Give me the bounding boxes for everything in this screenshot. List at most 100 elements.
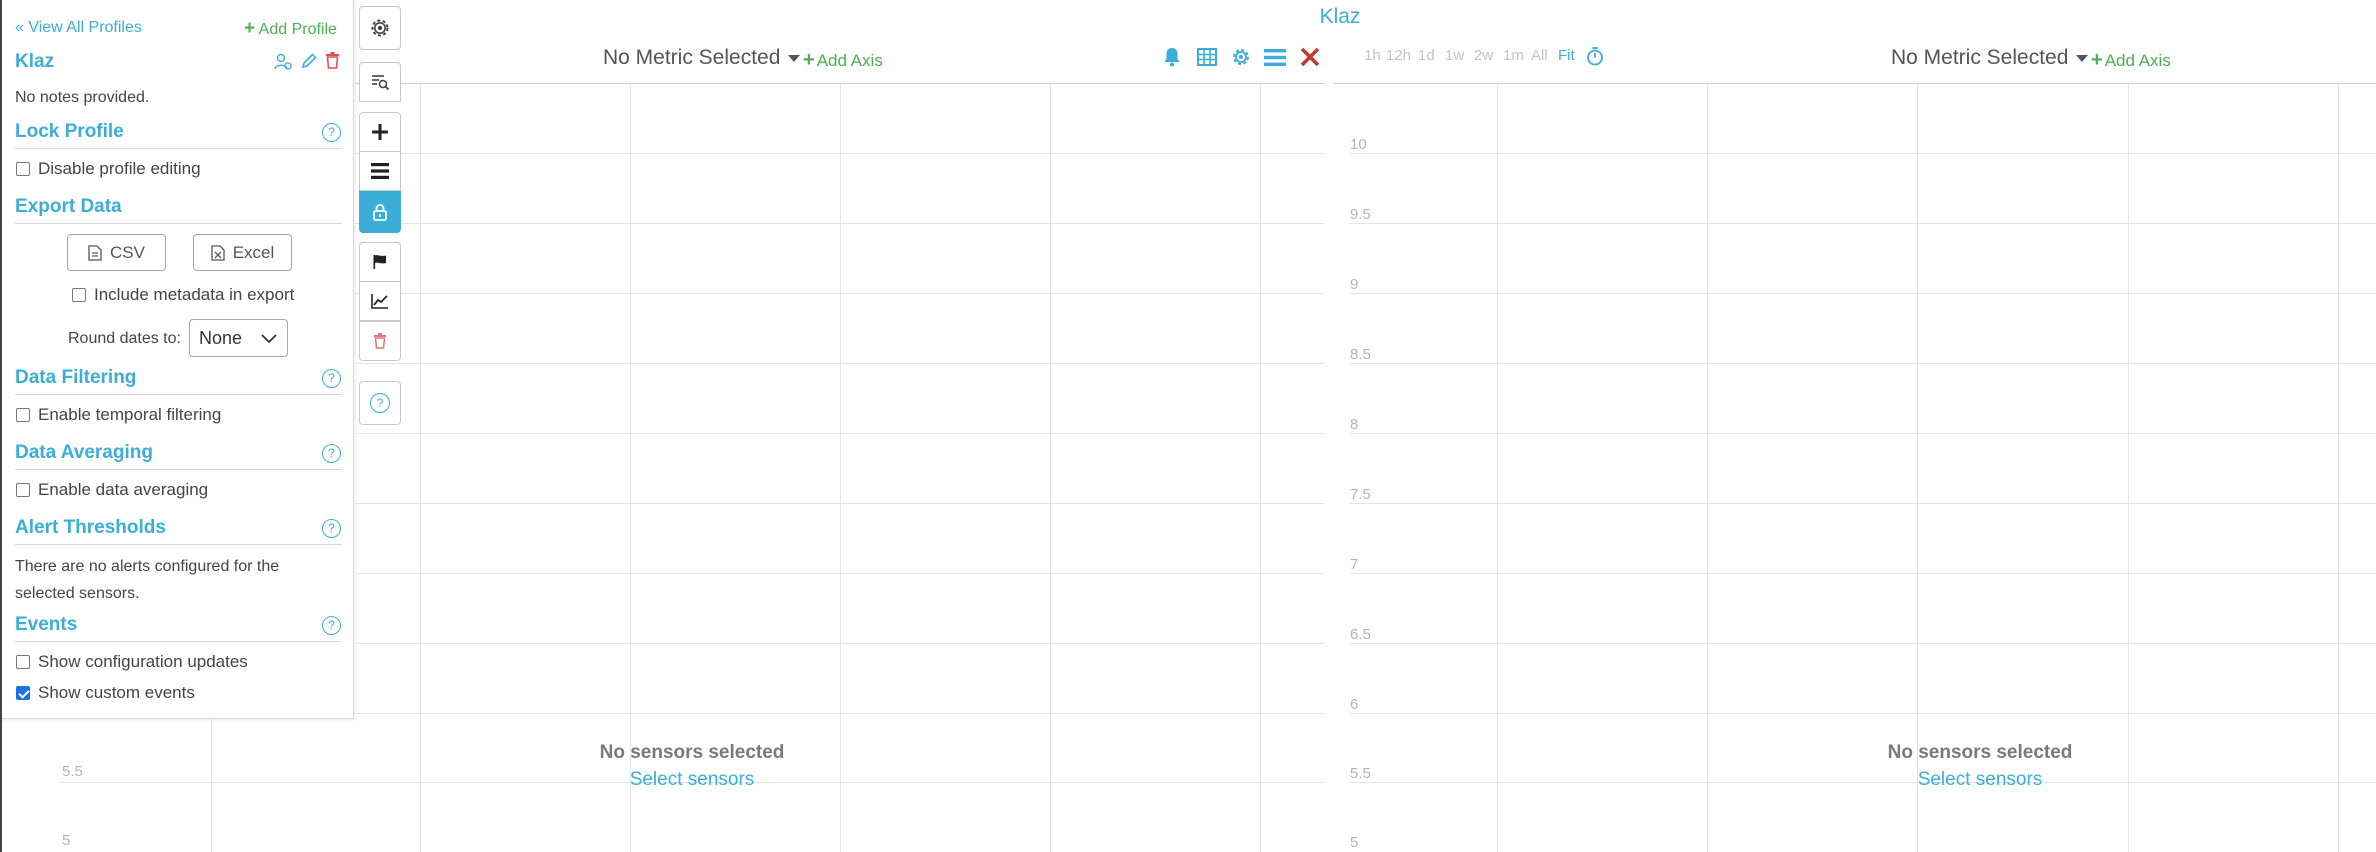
checkbox-box[interactable] <box>16 655 30 669</box>
disable-editing-checkbox[interactable]: Disable profile editing <box>16 159 201 179</box>
alert-thresholds-title: Alert Thresholds <box>15 517 166 538</box>
chart-type-button[interactable] <box>359 281 401 321</box>
share-user-icon[interactable] <box>274 53 292 71</box>
question-icon[interactable]: ? <box>322 369 341 388</box>
metric-selector[interactable]: No Metric Selected <box>603 46 801 70</box>
temporal-filtering-checkbox[interactable]: Enable temporal filtering <box>16 405 221 425</box>
range-2w-button[interactable]: 2w <box>1474 47 1493 64</box>
lock-profile-title: Lock Profile <box>15 121 124 142</box>
grid-line <box>1350 573 2376 574</box>
checkbox-box-checked[interactable] <box>16 686 30 700</box>
gear-icon[interactable] <box>1230 46 1252 68</box>
data-averaging-checkbox[interactable]: Enable data averaging <box>16 480 208 500</box>
range-1w-button[interactable]: 1w <box>1445 47 1464 64</box>
range-1d-button[interactable]: 1d <box>1418 47 1435 64</box>
alerts-empty-text: There are no alerts configured for the s… <box>15 558 280 602</box>
lock-button[interactable] <box>359 191 401 233</box>
round-dates-select[interactable]: None <box>189 319 288 357</box>
range-fit-button[interactable]: Fit <box>1558 47 1575 64</box>
grid-line <box>1350 713 2376 714</box>
y-tick-label: 5 <box>62 832 71 849</box>
divider <box>15 469 342 470</box>
close-icon[interactable] <box>1300 47 1320 67</box>
plus-icon: + <box>803 49 815 71</box>
range-1h-button[interactable]: 1h <box>1364 47 1381 64</box>
show-custom-events-checkbox[interactable]: Show custom events <box>16 683 195 703</box>
menu-icon[interactable] <box>1264 49 1286 66</box>
checkbox-label: Enable data averaging <box>38 480 209 499</box>
line-chart-icon <box>371 294 388 309</box>
range-all-button[interactable]: All <box>1531 47 1548 64</box>
add-chart-button[interactable] <box>359 112 401 152</box>
export-data-title: Export Data <box>15 196 122 217</box>
question-icon[interactable]: ? <box>322 444 341 463</box>
stopwatch-icon[interactable] <box>1586 46 1604 66</box>
select-sensors-link[interactable]: Select sensors <box>1840 769 2120 791</box>
excel-export-button[interactable]: Excel <box>193 234 292 271</box>
add-axis-button[interactable]: + Add Axis <box>803 49 883 72</box>
csv-export-button[interactable]: CSV <box>67 234 166 271</box>
page-title: Klaz <box>1319 5 1361 28</box>
checkbox-box[interactable] <box>16 162 30 176</box>
empty-state-title: No sensors selected <box>1887 742 2073 763</box>
table-icon[interactable] <box>1197 48 1217 66</box>
show-config-updates-checkbox[interactable]: Show configuration updates <box>16 652 248 672</box>
add-profile-button[interactable]: + Add Profile <box>244 18 337 40</box>
delete-button[interactable] <box>359 321 401 361</box>
list-view-button[interactable] <box>359 151 401 191</box>
range-12h-button[interactable]: 12h <box>1386 47 1411 64</box>
checkbox-box[interactable] <box>16 483 30 497</box>
y-tick-label: 7.5 <box>1350 486 1371 503</box>
checkbox-box[interactable] <box>72 288 86 302</box>
search-list-button[interactable] <box>359 62 401 102</box>
grid-line <box>1917 83 1918 852</box>
grid-line <box>1350 223 2376 224</box>
metric-selector[interactable]: No Metric Selected <box>1891 46 2089 70</box>
include-metadata-checkbox[interactable]: Include metadata in export <box>72 285 294 305</box>
add-axis-button[interactable]: + Add Axis <box>2091 49 2171 72</box>
grid-line <box>1350 503 2376 504</box>
y-tick-label: 5.5 <box>62 763 83 780</box>
question-icon[interactable]: ? <box>322 616 341 635</box>
grid-line <box>1050 83 1051 852</box>
y-tick-label: 10 <box>1350 136 1367 153</box>
settings-button[interactable] <box>359 6 401 50</box>
y-tick-label: 9 <box>1350 276 1359 293</box>
grid-line <box>630 83 631 852</box>
add-axis-label: Add Axis <box>2104 51 2171 70</box>
grid-line <box>1350 293 2376 294</box>
grid-line <box>1350 363 2376 364</box>
question-icon[interactable]: ? <box>322 519 341 538</box>
chevron-down-icon <box>2076 54 2089 62</box>
pencil-icon[interactable] <box>301 53 317 69</box>
metric-selector-label: No Metric Selected <box>1891 46 2069 69</box>
flag-button[interactable] <box>359 242 401 282</box>
select-sensors-link[interactable]: Select sensors <box>552 769 832 791</box>
bell-icon[interactable] <box>1163 47 1181 67</box>
metric-selector-label: No Metric Selected <box>603 46 781 69</box>
view-all-profiles-link[interactable]: « View All Profiles <box>15 19 142 37</box>
data-filtering-title: Data Filtering <box>15 367 137 388</box>
checkbox-box[interactable] <box>16 408 30 422</box>
help-button[interactable]: ? <box>359 381 401 425</box>
question-icon[interactable]: ? <box>322 123 341 142</box>
file-icon <box>88 244 102 261</box>
grid-line <box>1260 83 1261 852</box>
grid-line <box>2128 83 2129 852</box>
flag-icon <box>373 255 386 269</box>
y-tick-label: 5 <box>1350 834 1359 851</box>
grid-line <box>1707 83 1708 852</box>
trash-icon <box>374 333 386 349</box>
trash-icon[interactable] <box>325 52 340 69</box>
grid-line <box>1350 433 2376 434</box>
checkbox-label: Enable temporal filtering <box>38 405 222 424</box>
search-list-icon <box>372 75 390 91</box>
events-title: Events <box>15 614 78 635</box>
grid-line <box>1350 153 2376 154</box>
range-1m-button[interactable]: 1m <box>1503 47 1524 64</box>
menu-icon <box>371 163 389 179</box>
profile-panel: « View All Profiles + Add Profile Klaz N… <box>0 0 354 719</box>
y-tick-label: 5.5 <box>1350 765 1371 782</box>
checkbox-label: Show custom events <box>38 683 195 702</box>
plus-icon <box>372 124 388 140</box>
